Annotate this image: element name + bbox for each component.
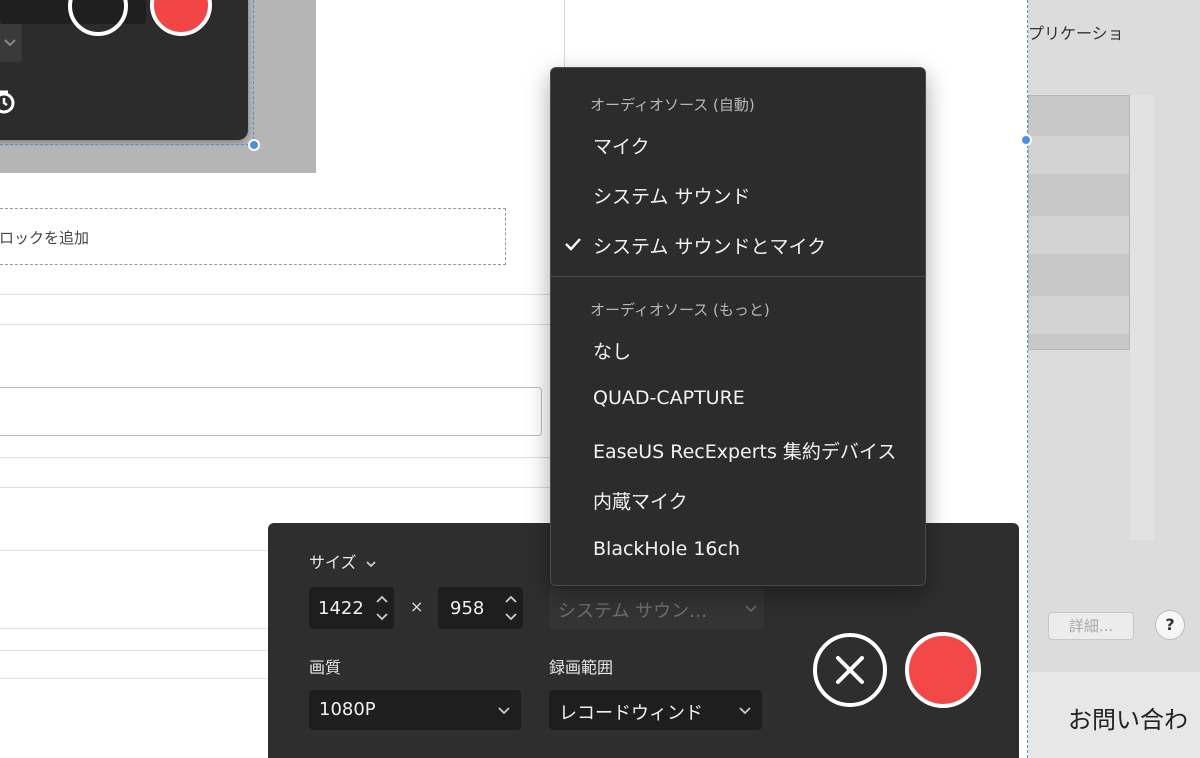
menu-header-auto: オーディオソース (自動) xyxy=(590,96,755,114)
menu-item-label: EaseUS RecExperts 集約デバイス xyxy=(593,441,897,463)
add-block-placeholder[interactable]: ロックを追加 xyxy=(0,208,506,265)
resize-handle[interactable] xyxy=(1020,134,1032,146)
chevron-down-icon xyxy=(739,707,751,715)
menu-header-more: オーディオソース (もっと) xyxy=(590,301,770,319)
divider xyxy=(0,650,268,651)
right-list-box xyxy=(1028,95,1130,350)
menu-item-label: システム サウンド xyxy=(593,186,751,208)
range-label: 録画範囲 xyxy=(549,658,614,677)
menu-item-blackhole[interactable]: BlackHole 16ch xyxy=(551,527,925,571)
times-symbol: × xyxy=(410,597,424,616)
quality-value: 1080P xyxy=(319,699,376,720)
divider xyxy=(0,487,552,488)
chevron-down-icon xyxy=(498,707,510,715)
range-select[interactable]: レコードウィンド xyxy=(549,690,762,730)
menu-item-label: なし xyxy=(593,341,632,363)
divider xyxy=(0,457,552,458)
menu-item-label: QUAD-CAPTURE xyxy=(593,387,745,409)
right-scroll-column xyxy=(1130,95,1154,540)
menu-item-built-in-mic[interactable]: 内蔵マイク xyxy=(551,476,925,520)
menu-item-none[interactable]: なし xyxy=(551,326,925,370)
size-selector[interactable]: サイズ xyxy=(309,549,377,573)
menu-item-label: システム サウンドとマイク xyxy=(593,236,827,258)
menu-item-quad-capture[interactable]: QUAD-CAPTURE xyxy=(551,376,925,420)
add-block-label: ロックを追加 xyxy=(0,229,90,247)
close-icon xyxy=(836,656,864,684)
record-button[interactable] xyxy=(905,632,981,708)
chevron-down-icon xyxy=(745,605,757,613)
quality-select[interactable]: 1080P xyxy=(309,690,521,730)
menu-item-label: BlackHole 16ch xyxy=(593,538,740,560)
width-stepper[interactable]: 1422 xyxy=(309,587,394,629)
resize-handle[interactable] xyxy=(248,139,260,151)
divider xyxy=(564,0,565,70)
divider xyxy=(0,324,552,325)
stepper-arrows-icon[interactable] xyxy=(503,593,519,623)
height-stepper[interactable]: 958 xyxy=(438,587,523,629)
menu-separator xyxy=(551,276,925,277)
cancel-button[interactable] xyxy=(813,633,887,707)
menu-item-label: マイク xyxy=(593,136,650,158)
audio-source-menu: オーディオソース (自動) マイク システム サウンド システム サウンドとマイ… xyxy=(550,67,926,586)
checkmark-icon xyxy=(565,238,581,251)
height-value: 958 xyxy=(450,598,485,619)
menu-item-easeus-aggregate[interactable]: EaseUS RecExperts 集約デバイス xyxy=(551,426,925,470)
quality-label: 画質 xyxy=(309,658,342,677)
divider xyxy=(0,294,552,295)
range-value: レコードウィンド xyxy=(559,703,703,724)
chevron-down-icon xyxy=(365,560,376,567)
audio-source-select[interactable]: システム サウン… xyxy=(549,587,764,629)
selection-border xyxy=(0,0,254,145)
menu-item-label: 内蔵マイク xyxy=(593,491,688,513)
size-label: サイズ xyxy=(309,553,357,572)
divider xyxy=(0,678,268,679)
audio-source-value: システム サウン… xyxy=(558,601,708,622)
divider xyxy=(0,628,268,629)
details-button[interactable]: 詳細... xyxy=(1048,612,1134,640)
stepper-arrows-icon[interactable] xyxy=(374,593,390,623)
menu-item-mic[interactable]: マイク xyxy=(551,121,925,165)
width-value: 1422 xyxy=(318,598,364,619)
menu-item-system-sound-and-mic[interactable]: システム サウンドとマイク xyxy=(551,221,925,265)
contact-heading: お問い合わ xyxy=(1068,706,1188,734)
selection-border-right xyxy=(1027,0,1028,758)
help-button[interactable]: ? xyxy=(1155,610,1185,640)
menu-item-system-sound[interactable]: システム サウンド xyxy=(551,171,925,215)
right-panel-title: プリケーショ xyxy=(1028,24,1124,43)
text-input[interactable] xyxy=(0,387,542,436)
